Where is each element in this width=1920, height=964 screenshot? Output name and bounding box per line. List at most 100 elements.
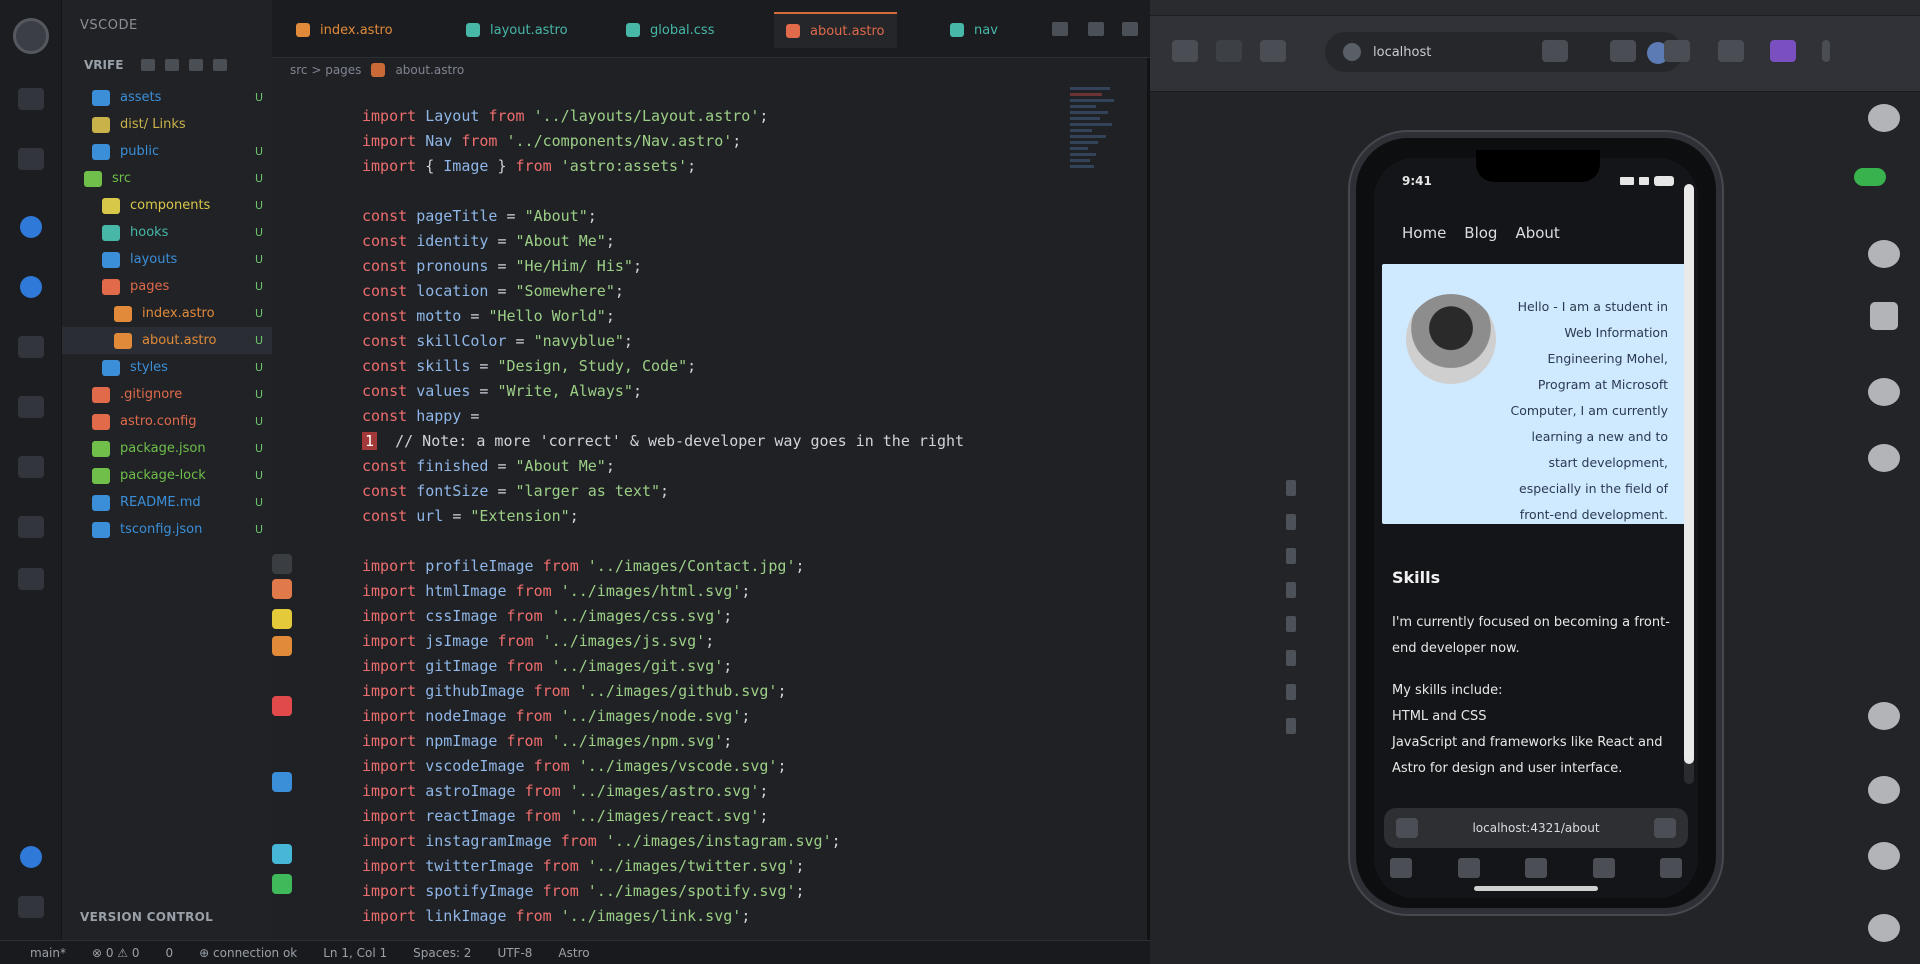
lock-screen-icon[interactable] [1718, 40, 1744, 62]
code-line: const skillColor = "navyblue"; [362, 329, 1068, 354]
tab-overview-icon[interactable] [1260, 40, 1286, 62]
file-tree-item[interactable]: package-lock U [62, 462, 272, 489]
home-icon[interactable] [1664, 40, 1690, 62]
code-line: import htmlImage from '../images/html.sv… [362, 579, 1068, 604]
site-nav-link[interactable]: About [1515, 224, 1559, 242]
location-icon[interactable] [1868, 702, 1900, 730]
file-tree-item[interactable]: index.astro U [62, 300, 272, 327]
git-status-badge: U [254, 496, 264, 509]
text-size-icon[interactable] [1396, 818, 1418, 838]
ports-indicator[interactable]: 0 [166, 946, 174, 960]
more-actions-icon[interactable] [1088, 22, 1104, 36]
editor-tab[interactable]: about.astro [774, 12, 897, 48]
editor-tab[interactable]: index.astro [284, 12, 405, 48]
breadcrumb-file[interactable]: about.astro [395, 63, 464, 77]
connection-indicator[interactable]: ⊕ connection ok [199, 946, 297, 960]
power-button-icon[interactable] [1868, 104, 1900, 132]
file-tree-item[interactable]: hooks U [62, 219, 272, 246]
editor-tab[interactable]: global.css [614, 12, 726, 48]
screenshot-icon[interactable] [1868, 378, 1900, 406]
refresh-icon[interactable] [189, 59, 204, 71]
file-tree-item[interactable]: package.json U [62, 435, 272, 462]
file-tree-item[interactable]: components U [62, 192, 272, 219]
site-nav-link[interactable]: Home [1402, 224, 1446, 242]
breadcrumb-path[interactable]: src > pages [290, 63, 361, 77]
code-token: ; [605, 457, 615, 475]
safari-tabs-icon[interactable] [1660, 858, 1682, 878]
explorer-icon[interactable] [18, 88, 44, 110]
record-icon[interactable] [1868, 444, 1900, 472]
file-tree-item[interactable]: astro.config U [62, 408, 272, 435]
editor-tab[interactable]: nav [938, 12, 1010, 48]
file-tree-item[interactable]: assets U [62, 84, 272, 111]
file-tree-item[interactable]: dist/ Links [62, 111, 272, 138]
timeline-icon[interactable] [18, 568, 44, 590]
code-token: githubImage [425, 682, 534, 700]
code-token: from [461, 132, 507, 150]
close-panel-icon[interactable] [1122, 22, 1138, 36]
code-token: '../images/npm.svg' [551, 732, 724, 750]
problems-indicator[interactable]: ⊗ 0 ⚠ 0 [92, 946, 140, 960]
encoding[interactable]: UTF-8 [497, 946, 532, 960]
file-tree-item[interactable]: src U [62, 165, 272, 192]
code-token: ; [605, 232, 615, 250]
home-sim-icon[interactable] [1868, 914, 1900, 942]
remote-explorer-icon[interactable] [18, 396, 44, 418]
safari-back-icon[interactable] [1390, 858, 1412, 878]
battery-toggle[interactable] [1854, 168, 1886, 186]
safari-bookmarks-icon[interactable] [1592, 858, 1615, 878]
file-tree-item[interactable]: pages U [62, 273, 272, 300]
file-tree-item[interactable]: public U [62, 138, 272, 165]
reload-page-icon[interactable] [1654, 818, 1676, 838]
new-folder-icon[interactable] [165, 59, 180, 71]
back-icon[interactable] [1172, 40, 1198, 62]
code-token: const [362, 257, 417, 275]
split-editor-icon[interactable] [1052, 22, 1068, 36]
activity-bar [0, 0, 62, 940]
safari-forward-icon[interactable] [1457, 858, 1480, 878]
file-tree-item[interactable]: .gitignore U [62, 381, 272, 408]
docker-icon[interactable] [18, 516, 44, 538]
phone-scrollbar[interactable] [1684, 184, 1694, 784]
forward-icon[interactable] [1216, 40, 1242, 62]
settings-gear-icon[interactable] [18, 896, 44, 918]
file-tree-item[interactable]: styles U [62, 354, 272, 381]
code-token: import [362, 857, 426, 875]
site-nav-link[interactable]: Blog [1464, 224, 1497, 242]
collapse-all-icon[interactable] [213, 59, 228, 71]
cursor-position[interactable]: Ln 1, Col 1 [323, 946, 387, 960]
safari-url-bar[interactable]: localhost:4321/about [1384, 808, 1688, 848]
language-mode[interactable]: Astro [558, 946, 589, 960]
phone-scrollbar-thumb[interactable] [1684, 184, 1694, 764]
extensions-icon[interactable] [18, 336, 44, 358]
file-tree-item[interactable]: README.md U [62, 489, 272, 516]
search-icon[interactable] [1610, 40, 1636, 62]
volume-up-icon[interactable] [1868, 240, 1900, 268]
source-control-icon[interactable] [20, 216, 42, 238]
indentation[interactable]: Spaces: 2 [413, 946, 471, 960]
minimap[interactable] [1070, 84, 1128, 604]
code-editor[interactable]: import Layout from '../layouts/Layout.as… [362, 104, 1068, 940]
accounts-icon[interactable] [20, 846, 42, 868]
share-icon[interactable] [1542, 40, 1568, 62]
code-token: skills [416, 357, 480, 375]
search-icon[interactable] [18, 148, 44, 170]
testing-icon[interactable] [18, 456, 44, 478]
more-menu-icon[interactable] [1822, 40, 1830, 62]
new-file-icon[interactable] [141, 59, 156, 71]
rotate-icon[interactable] [1870, 302, 1898, 330]
file-tree-item[interactable]: about.astro U [62, 327, 272, 354]
account-avatar-icon[interactable] [13, 18, 49, 54]
file-tree-item[interactable]: tsconfig.json U [62, 516, 272, 543]
share-sim-icon[interactable] [1868, 776, 1900, 804]
editor-tab[interactable]: layout.astro [454, 12, 580, 48]
safari-share-icon[interactable] [1525, 858, 1547, 878]
version-control-section[interactable]: VERSION CONTROL [80, 910, 213, 924]
file-tree-item[interactable]: layouts U [62, 246, 272, 273]
branch-indicator[interactable]: main* [30, 946, 66, 960]
extension-icon[interactable] [1770, 40, 1796, 62]
run-debug-icon[interactable] [20, 276, 42, 298]
back-sim-icon[interactable] [1868, 842, 1900, 870]
code-line: const identity = "About Me"; [362, 229, 1068, 254]
